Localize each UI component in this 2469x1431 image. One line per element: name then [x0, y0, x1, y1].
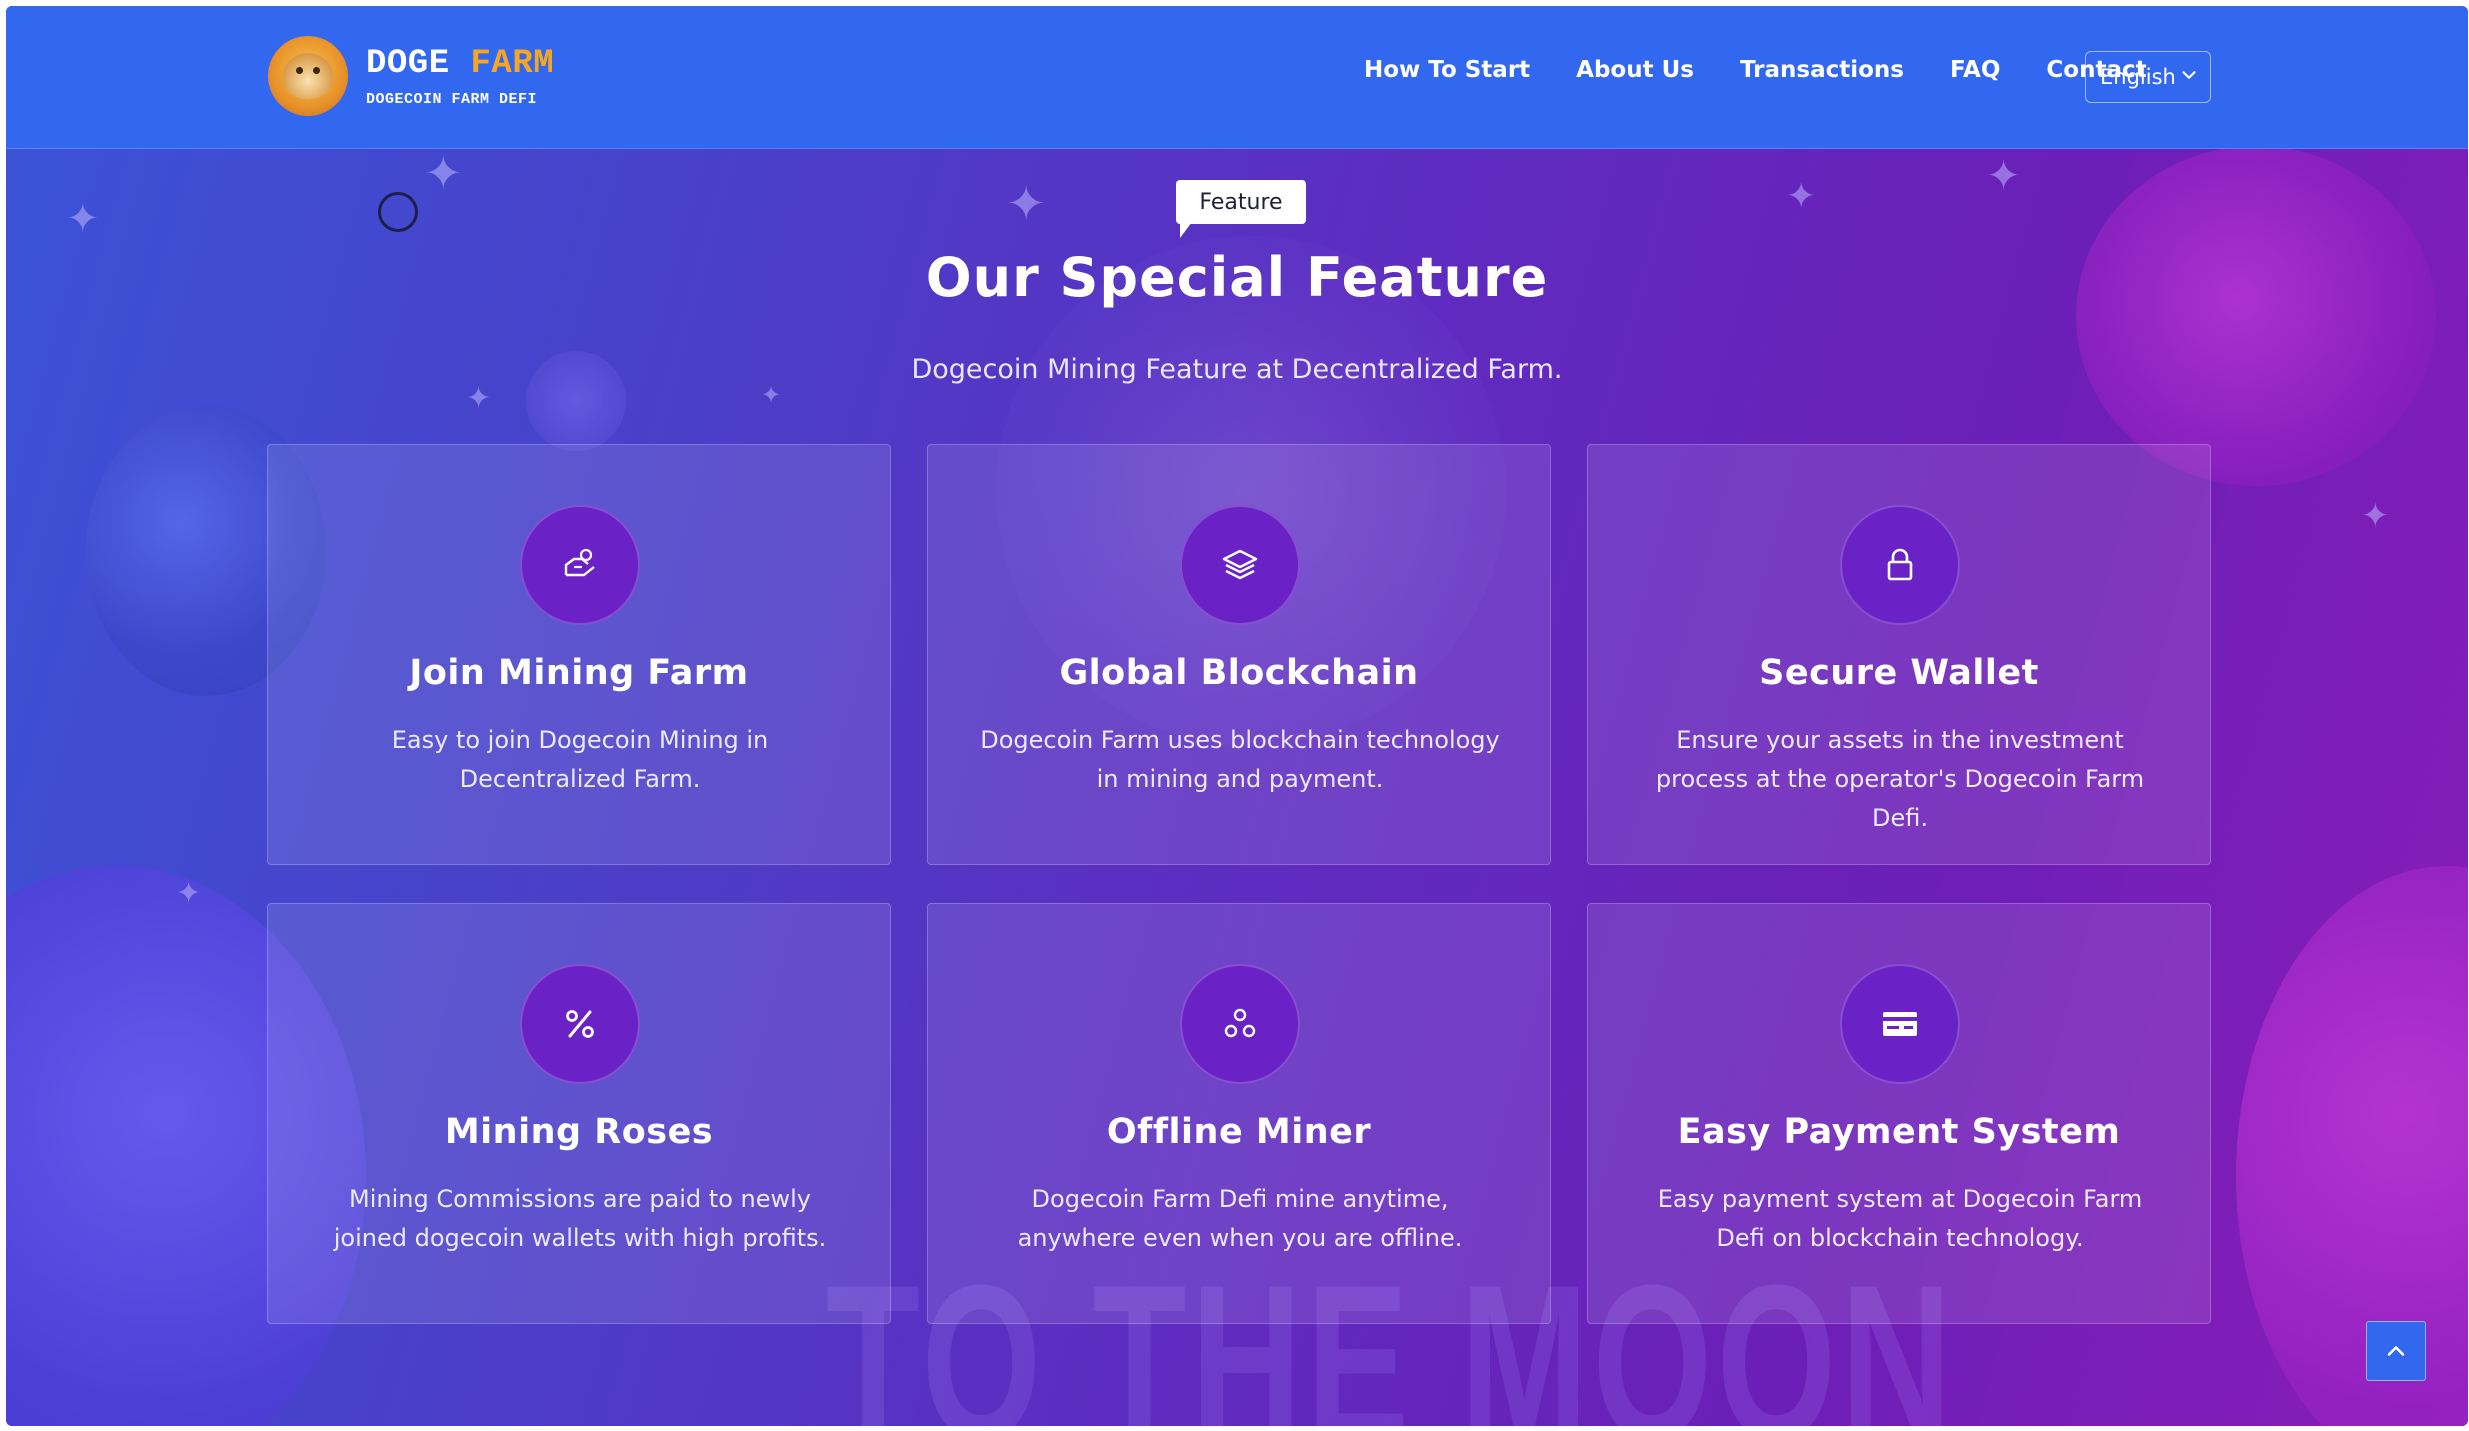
hand-coin-icon — [520, 505, 640, 625]
feature-title: Join Mining Farm — [409, 653, 749, 693]
background-shape — [2236, 866, 2468, 1426]
layers-icon — [1180, 505, 1300, 625]
nav-item-transactions[interactable]: Transactions — [1740, 57, 1904, 83]
feature-card-offline-miner: Offline Miner Dogecoin Farm Defi mine an… — [927, 903, 1551, 1324]
section-title: Our Special Feature — [925, 246, 1549, 309]
star-icon: ✦ — [761, 381, 782, 409]
doge-logo-icon — [268, 36, 348, 116]
feature-card-easy-payment-system: Easy Payment System Easy payment system … — [1587, 903, 2211, 1324]
feature-card-secure-wallet: Secure Wallet Ensure your assets in the … — [1587, 444, 2211, 865]
star-icon: ✦ — [424, 146, 463, 200]
star-icon: ✦ — [176, 876, 202, 911]
star-icon: ✦ — [66, 196, 100, 242]
feature-title: Mining Roses — [444, 1112, 714, 1152]
section-tag: Feature — [1176, 180, 1306, 238]
brand-name: DOGE FARM — [366, 45, 554, 83]
chevron-down-icon — [2182, 71, 2196, 79]
star-icon: ✦ — [2361, 496, 2390, 536]
lock-icon — [1840, 505, 1960, 625]
feature-title: Secure Wallet — [1759, 653, 2039, 693]
feature-title: Easy Payment System — [1677, 1112, 2121, 1152]
feature-description: Easy payment system at Dogecoin Farm Def… — [1657, 1185, 2143, 1252]
feature-description: Ensure your assets in the investment pro… — [1655, 726, 2145, 832]
percent-icon — [520, 964, 640, 1084]
brand-name-part2: FARM — [470, 44, 555, 83]
feature-card-global-blockchain: Global Blockchain Dogecoin Farm uses blo… — [927, 444, 1551, 865]
feature-description: Dogecoin Farm uses blockchain technology… — [980, 726, 1500, 793]
nav-item-how-to-start[interactable]: How To Start — [1364, 57, 1530, 83]
language-select-value: English — [2100, 65, 2176, 89]
feature-description: Dogecoin Farm Defi mine anytime, anywher… — [1017, 1185, 1463, 1252]
star-icon: ✦ — [1986, 151, 2022, 200]
brand-name-part1: DOGE — [366, 44, 450, 83]
brand-logo[interactable]: DOGE FARM DOGECOIN FARM DEFI — [268, 36, 554, 116]
chevron-up-icon — [2387, 1346, 2405, 1356]
star-icon: ✦ — [1006, 176, 1047, 232]
feature-description: Mining Commissions are paid to newly joi… — [333, 1185, 827, 1252]
nav-item-about-us[interactable]: About Us — [1576, 57, 1694, 83]
feature-card-mining-roses: Mining Roses Mining Commissions are paid… — [267, 903, 891, 1324]
star-icon: ✦ — [1786, 176, 1817, 217]
background-planet — [2076, 146, 2436, 486]
site-header: DOGE FARM DOGECOIN FARM DEFI How To Star… — [6, 6, 2468, 149]
nav-item-faq[interactable]: FAQ — [1950, 57, 2000, 83]
language-select[interactable]: English — [2085, 51, 2211, 103]
page-frame: ✦ ✦ ✦ ✦ ✦ ✦ ✦ ✦ ✦ TO THE MOON DOGE FARM … — [6, 6, 2468, 1426]
back-to-top-button[interactable] — [2366, 1321, 2426, 1381]
network-icon — [1180, 964, 1300, 1084]
brand-tagline: DOGECOIN FARM DEFI — [366, 90, 538, 108]
mouse-cursor — [378, 192, 418, 232]
feature-description: Easy to join Dogecoin Mining in Decentra… — [391, 726, 769, 793]
feature-title: Global Blockchain — [1059, 653, 1419, 693]
section-subtitle: Dogecoin Mining Feature at Decentralized… — [911, 354, 1563, 385]
feature-card-join-mining-farm: Join Mining Farm Easy to join Dogecoin M… — [267, 444, 891, 865]
credit-card-icon — [1840, 964, 1960, 1084]
main-nav: How To Start About Us Transactions FAQ C… — [1364, 57, 2193, 83]
feature-title: Offline Miner — [1106, 1112, 1372, 1152]
star-icon: ✦ — [466, 381, 492, 416]
